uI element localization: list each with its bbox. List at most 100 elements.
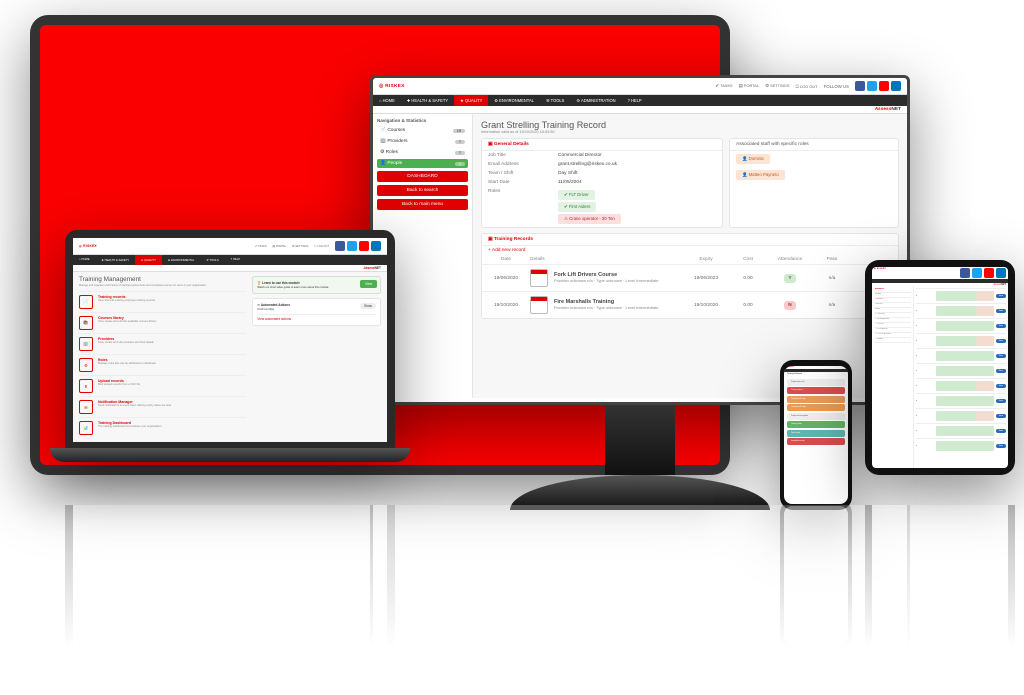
nav-help[interactable]: ? HELP bbox=[622, 95, 648, 106]
assoc-header: Associated staff with specific roles bbox=[730, 139, 898, 151]
nav-admin[interactable]: ⚙ ADMINISTRATION bbox=[570, 95, 621, 106]
assoc-chip: 👤 Matteo Payneto bbox=[736, 170, 785, 180]
dashboard-card[interactable]: Incomplete records bbox=[787, 438, 845, 445]
youtube-icon[interactable] bbox=[879, 81, 889, 91]
twitter-icon[interactable] bbox=[867, 81, 877, 91]
sidebar-item-courses[interactable]: 📄 Courses19 bbox=[377, 126, 468, 135]
menu-item[interactable]: 📊Training DashboardThe training dashboar… bbox=[79, 417, 246, 438]
link-settings[interactable]: ⚙ SETTINGS bbox=[765, 83, 789, 89]
sidebar-item-providers[interactable]: 🏢 Providers7 bbox=[377, 137, 468, 146]
dashboard-button[interactable]: DASHBOARD bbox=[377, 171, 468, 182]
tip-body: Watch our short video guide to learn mor… bbox=[257, 286, 329, 289]
product-logo: AssessNET bbox=[875, 107, 901, 112]
role-chip: ⚠ Crane operator - 30 Ton bbox=[558, 214, 621, 224]
tablet-screen: ◎ RISKEX AssessNET Business People Provi… bbox=[872, 267, 1008, 468]
follow-label: FOLLOW US bbox=[824, 84, 849, 89]
nav-home[interactable]: ⌂ HOME bbox=[373, 95, 401, 106]
row-expiry: 19/06/2023 bbox=[688, 276, 724, 281]
laptop-title: Training Management bbox=[79, 276, 246, 283]
records-header: ▣ Training Records bbox=[482, 234, 898, 246]
tree-item[interactable]: — Admin bbox=[874, 338, 911, 343]
link-tasks[interactable]: ✔ TASKS bbox=[715, 83, 732, 89]
sidebar-item-roles[interactable]: ⚙ Roles7 bbox=[377, 148, 468, 157]
menu-item[interactable]: ⬆Upload recordsBulk upload records from … bbox=[79, 375, 246, 396]
training-records-panel: ▣ Training Records + Add new record Date… bbox=[481, 233, 899, 319]
menu-item[interactable]: 🏢ProvidersView, create and edit provider… bbox=[79, 333, 246, 354]
sidebar-item-people[interactable]: 👤 People1 bbox=[377, 159, 468, 168]
linkedin-icon[interactable] bbox=[891, 81, 901, 91]
upload-icon: ⬆ bbox=[79, 379, 93, 393]
training-row[interactable]: 19/06/2020 Fork Lift Drivers CourseProvi… bbox=[482, 264, 898, 291]
library-icon: 📚 bbox=[79, 316, 93, 330]
link-portal[interactable]: ▤ PORTAL bbox=[739, 83, 759, 89]
dashboard-card[interactable]: People without role bbox=[787, 379, 845, 386]
people-count: 1 bbox=[455, 162, 465, 166]
start-date-value: 11/05/2004 bbox=[558, 180, 716, 185]
row-date: 19/06/2020 bbox=[488, 276, 524, 281]
dashboard-card[interactable]: Training in date bbox=[787, 421, 845, 428]
nav-quality[interactable]: ★ QUALITY bbox=[454, 95, 488, 106]
calendar-icon bbox=[530, 296, 548, 314]
menu-item[interactable]: ⚙RolesManage roles that can be attribute… bbox=[79, 354, 246, 375]
dashboard-card[interactable]: Training due 60 days bbox=[787, 404, 845, 411]
automated-actions-box: Show ✉ Automated Actions 0 full record(s… bbox=[252, 298, 381, 326]
brand-logo: ◎ RISKEX bbox=[379, 84, 405, 89]
phone-device: ◎ RISKEX Training Dashboard People witho… bbox=[780, 360, 852, 510]
records-thead: Date Details Expiry Cost Attendance Pass bbox=[482, 255, 898, 264]
add-record-link[interactable]: + Add new record bbox=[488, 248, 525, 253]
role-chip: ✔ FLT Driver bbox=[558, 190, 595, 200]
dashboard-card[interactable]: Training expired bbox=[787, 387, 845, 394]
actions-body: 0 full record(s) bbox=[257, 308, 274, 311]
training-row[interactable]: 19/10/2020 Fire Marshalls TrainingProvid… bbox=[482, 291, 898, 318]
menu-item[interactable]: 📄Training recordsView and edit existing … bbox=[79, 291, 246, 312]
nav-tools[interactable]: ⚒ TOOLS bbox=[540, 95, 570, 106]
menu-item[interactable]: ✉Notification ManagerSend notifications … bbox=[79, 396, 246, 417]
menu-item[interactable]: 📚Courses libraryView, create and edit th… bbox=[79, 312, 246, 333]
courses-count: 19 bbox=[453, 129, 465, 133]
tablet-row: ▸View bbox=[916, 288, 1006, 303]
assoc-chip: 👤 Dominic bbox=[736, 154, 770, 164]
dashboard-card[interactable]: Total records bbox=[787, 430, 845, 437]
row-pass: n/a bbox=[814, 303, 850, 308]
job-title-value: Commercial Director bbox=[558, 153, 716, 158]
attendance-tag: Y bbox=[784, 274, 795, 283]
facebook-icon[interactable] bbox=[855, 81, 865, 91]
view-button[interactable]: View bbox=[996, 294, 1006, 298]
calendar-icon bbox=[530, 269, 548, 287]
back-main-button[interactable]: Back to main menu bbox=[377, 199, 468, 210]
laptop-screen: ◎ RISKEX ✔ TASKS ▤ PORTAL ⚙ SETTINGS ⎋ L… bbox=[73, 238, 387, 442]
dashboard-card[interactable]: Training due 30 days bbox=[787, 396, 845, 403]
page-subtitle: Information valid as of 15/10/2020 15:04… bbox=[481, 130, 899, 134]
dashboard-card[interactable]: People with role applied bbox=[787, 413, 845, 420]
actions-pill[interactable]: Show bbox=[360, 303, 376, 309]
row-expiry: 19/10/2020 bbox=[688, 303, 724, 308]
page-title: Grant Strelling Training Record bbox=[481, 120, 899, 130]
laptop-device: ◎ RISKEX ✔ TASKS ▤ PORTAL ⚙ SETTINGS ⎋ L… bbox=[50, 230, 410, 462]
nav-environmental[interactable]: ♻ ENVIRONMENTAL bbox=[488, 95, 540, 106]
actions-link[interactable]: View automated actions bbox=[257, 314, 376, 321]
link-logout[interactable]: ⎋ LOG OUT bbox=[796, 84, 818, 89]
nav-health[interactable]: ✚ HEALTH & SAFETY bbox=[401, 95, 454, 106]
view-video-button[interactable]: View bbox=[360, 280, 377, 288]
role-chip: ✔ First Aiders bbox=[558, 202, 596, 212]
back-search-button[interactable]: Back to search bbox=[377, 185, 468, 196]
row-meta: Provider unknown n/a · Type unknown · Le… bbox=[554, 278, 658, 283]
sidebar-title: Navigation & Statistics bbox=[377, 118, 468, 123]
tip-title: Learn to use this module bbox=[262, 281, 300, 285]
notification-icon: ✉ bbox=[79, 400, 93, 414]
dashboard-icon: 📊 bbox=[79, 421, 93, 435]
reflection-floor bbox=[0, 505, 1024, 695]
roles-count: 7 bbox=[455, 151, 465, 155]
panel-header: ▣ General Details bbox=[482, 139, 722, 151]
monitor-screen: ◎ RISKEX ✔ TASKS ▤ PORTAL ⚙ SETTINGS ⎋ L… bbox=[373, 78, 907, 402]
tablet-sidebar: Business People Providers Courses Roles … bbox=[872, 286, 914, 468]
primary-nav: ⌂ HOME ✚ HEALTH & SAFETY ★ QUALITY ♻ ENV… bbox=[373, 95, 907, 106]
phone-screen: ◎ RISKEX Training Dashboard People witho… bbox=[784, 366, 848, 504]
general-details-panel: ▣ General Details Job TitleCommercial Di… bbox=[481, 138, 723, 228]
learn-module-box: View 🏆 Learn to use this module Watch ou… bbox=[252, 276, 381, 294]
phone-title: Training Dashboard bbox=[784, 372, 848, 377]
actions-title: Automated Actions bbox=[261, 303, 290, 307]
team-value: Day Shift bbox=[558, 171, 716, 176]
attendance-tag: N bbox=[784, 301, 795, 310]
row-meta: Provider unknown n/a · Type unknown · Le… bbox=[554, 305, 658, 310]
